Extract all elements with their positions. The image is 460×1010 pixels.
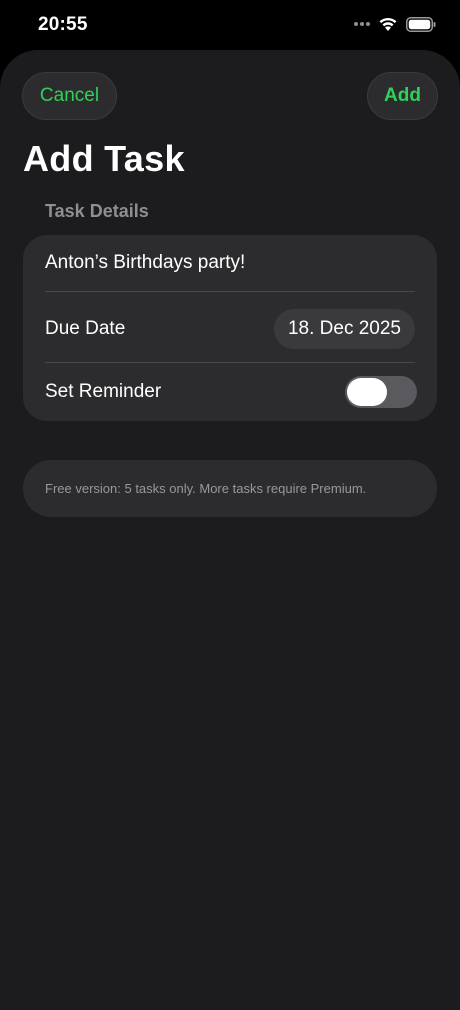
due-date-label: Due Date — [45, 318, 126, 339]
battery-icon — [406, 16, 436, 32]
reminder-row: Set Reminder — [45, 363, 417, 421]
due-date-row: Due Date 18. Dec 2025 — [45, 297, 415, 361]
wifi-icon — [379, 17, 397, 31]
status-time: 20:55 — [38, 14, 88, 35]
section-header-task-details: Task Details — [45, 201, 149, 221]
due-date-picker[interactable]: 18. Dec 2025 — [273, 309, 415, 349]
toggle-knob — [347, 378, 387, 406]
add-task-sheet: Cancel Add Add Task Task Details Due Dat… — [0, 50, 460, 1010]
cancel-button[interactable]: Cancel — [22, 72, 117, 120]
page-title: Add Task — [23, 138, 185, 179]
divider — [45, 291, 415, 292]
status-icons — [354, 16, 436, 32]
task-title-input[interactable] — [45, 252, 415, 274]
signal-dots-icon — [354, 22, 370, 26]
task-details-card: Due Date 18. Dec 2025 Set Reminder — [23, 235, 437, 421]
reminder-toggle[interactable] — [345, 376, 417, 408]
premium-notice-text: Free version: 5 tasks only. More tasks r… — [45, 481, 367, 496]
reminder-label: Set Reminder — [45, 381, 162, 402]
premium-notice: Free version: 5 tasks only. More tasks r… — [23, 460, 437, 517]
task-title-row — [45, 235, 415, 291]
status-bar: 20:55 — [0, 0, 460, 50]
add-button[interactable]: Add — [367, 72, 438, 120]
